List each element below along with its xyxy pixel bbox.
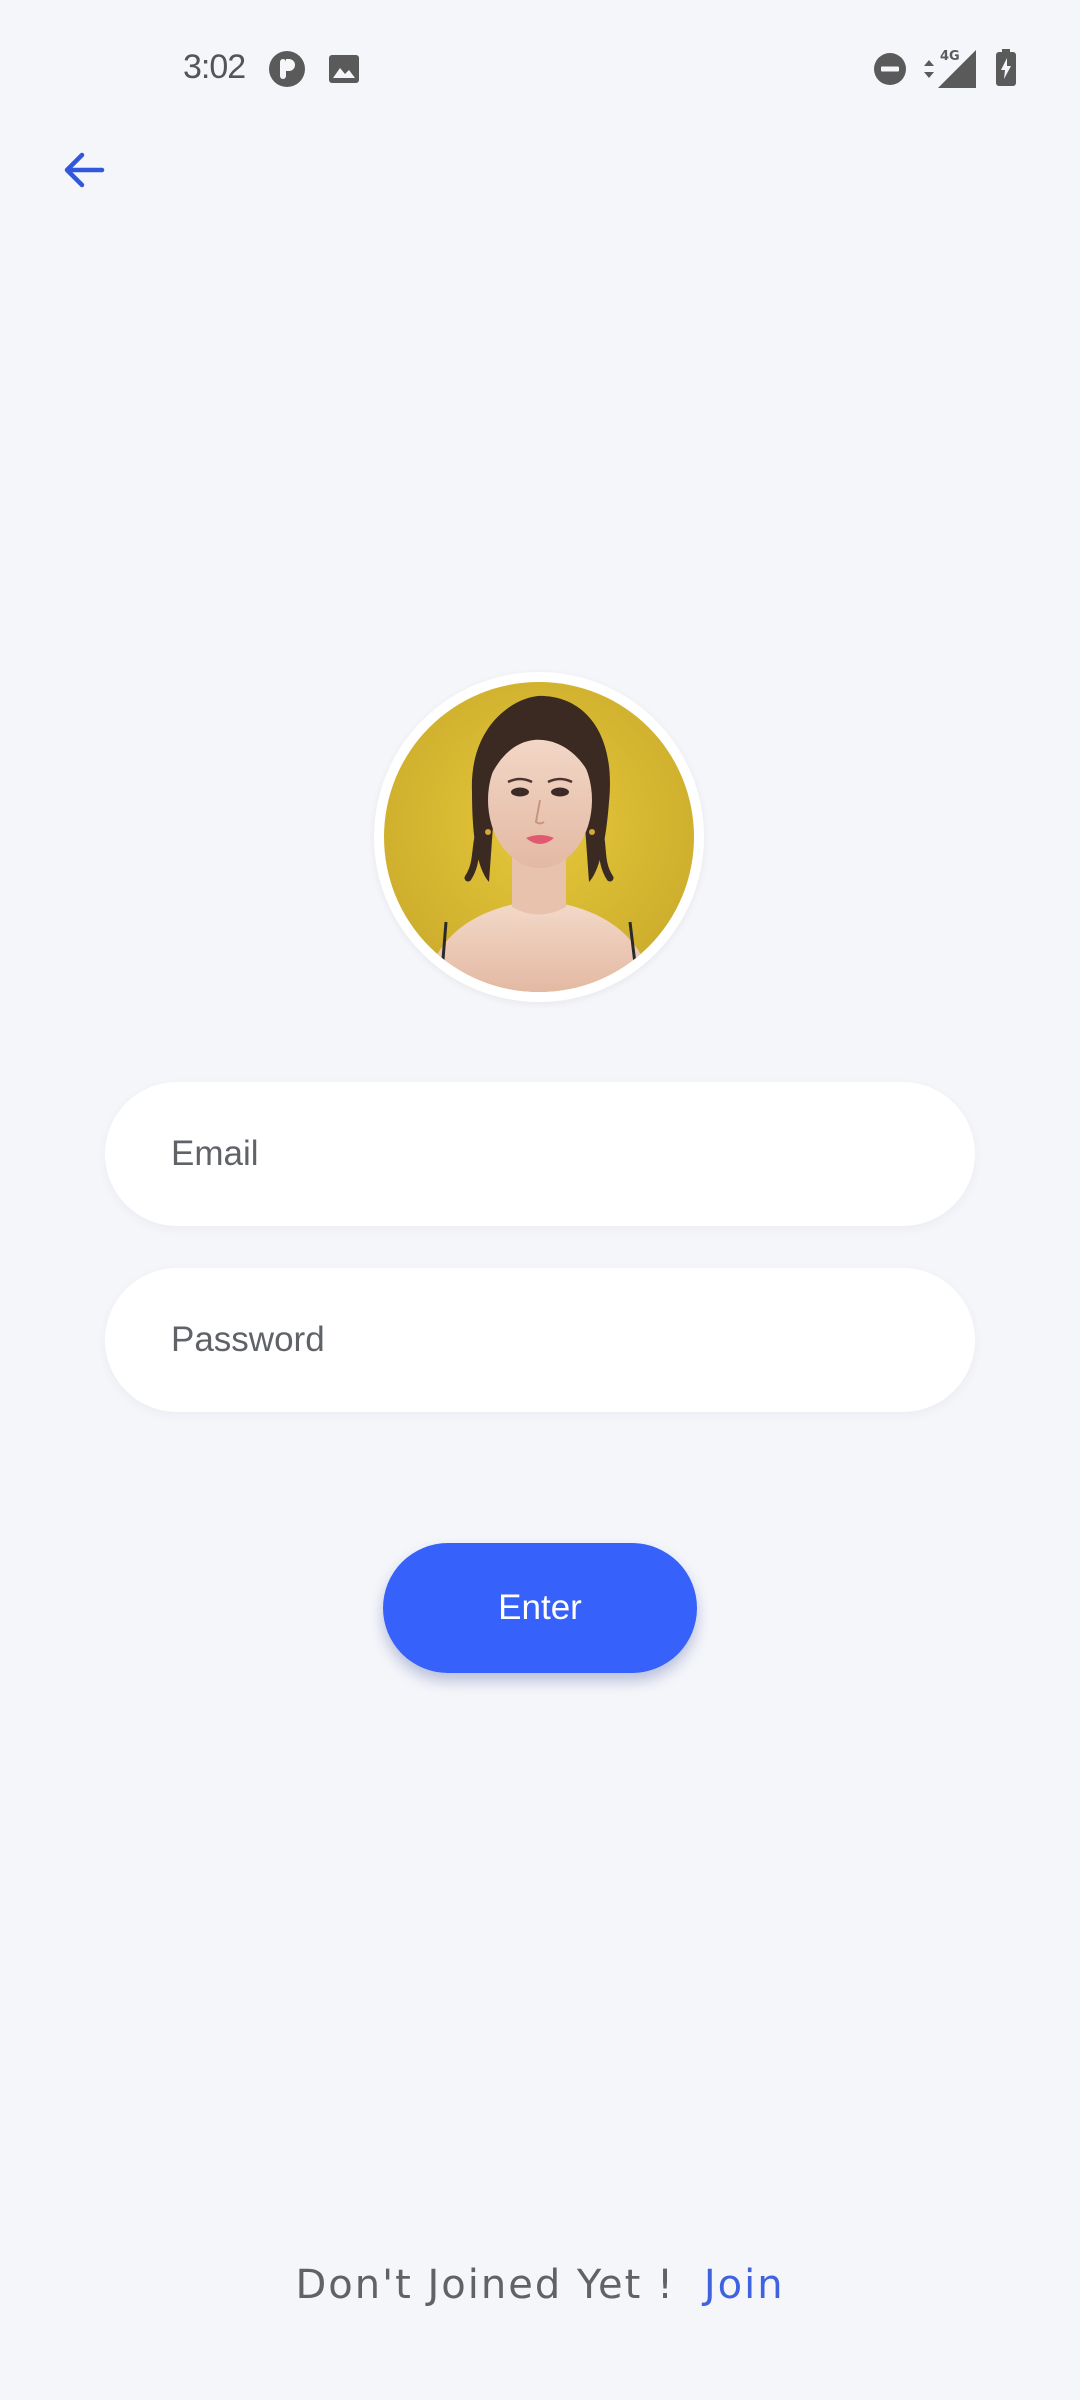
status-bar: 3:02 4G — [0, 0, 1080, 140]
avatar-photo — [384, 682, 694, 992]
p-app-icon — [268, 50, 306, 88]
password-field[interactable] — [105, 1268, 975, 1412]
signal-icon: 4G — [936, 46, 978, 90]
join-link[interactable]: Join — [704, 2262, 785, 2308]
arrow-left-icon — [64, 152, 105, 188]
footer: Don't Joined Yet ! Join — [0, 2262, 1080, 2322]
battery-icon — [993, 48, 1019, 88]
avatar — [374, 672, 704, 1002]
email-field[interactable] — [105, 1082, 975, 1226]
svg-text:4G: 4G — [940, 49, 960, 64]
enter-button[interactable]: Enter — [383, 1543, 697, 1673]
status-time: 3:02 — [183, 48, 246, 86]
join-prompt: Don't Joined Yet ! — [295, 2262, 676, 2308]
email-field-container — [105, 1082, 975, 1226]
do-not-disturb-icon — [871, 50, 909, 88]
back-button[interactable] — [52, 140, 116, 200]
image-icon — [325, 50, 363, 88]
password-field-container — [105, 1268, 975, 1412]
